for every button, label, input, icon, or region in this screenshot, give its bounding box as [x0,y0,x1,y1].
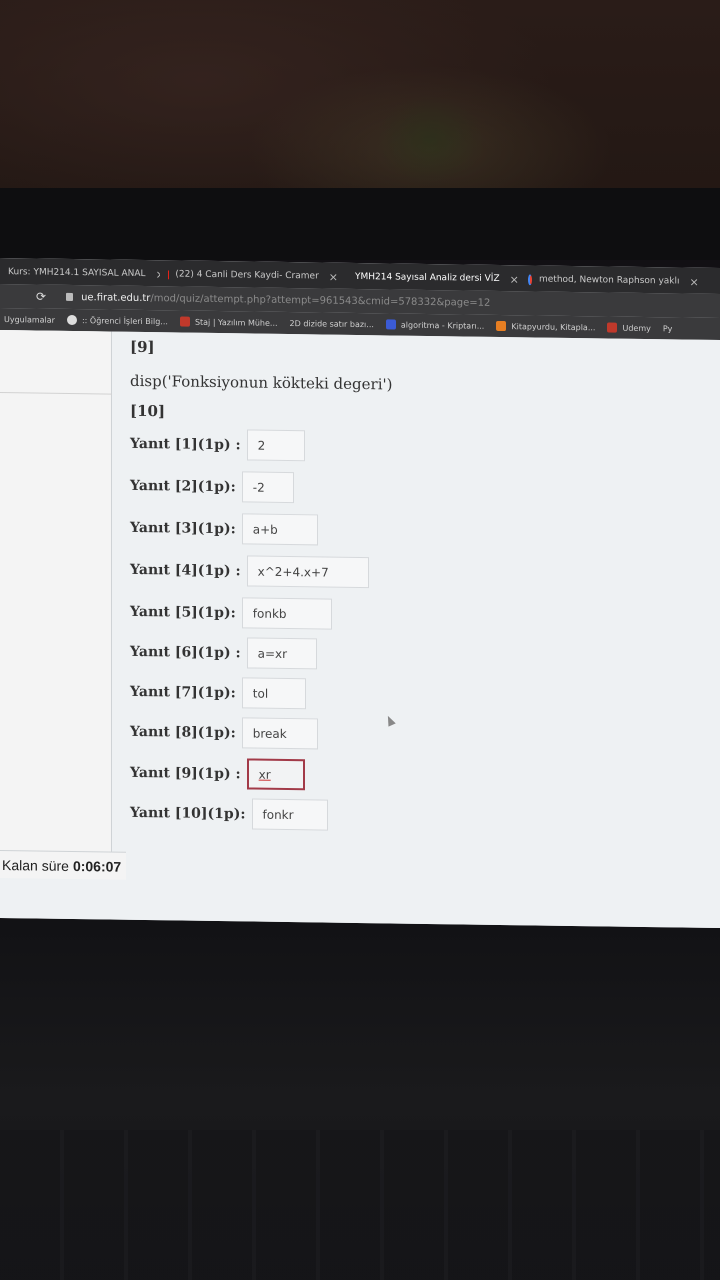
globe-icon [66,314,77,326]
answer-value: x^2+4.x+7 [257,564,329,580]
tab-label: Kurs: YMH214.1 SAYISAL ANAL [8,267,146,280]
answer-row-8: Yanıt [8](1p): break [130,716,318,750]
timer-label: Kalan süre [2,856,69,874]
answer-value: a+b [252,522,278,537]
bookmark-apps[interactable]: Uygulamalar [4,315,55,325]
answer-value: -2 [252,480,265,495]
answer-value: fonkb [252,606,287,621]
bookmark-label: Py [662,323,673,333]
tab-label: (22) 4 Canli Ders Kaydi- Cramer [175,269,319,282]
kitapyurdu-icon [496,320,507,332]
reload-icon[interactable]: ⟳ [36,290,46,304]
browser-screen: Kurs: YMH214.1 SAYISAL ANAL × (22) 4 Can… [0,258,720,929]
answer-row-5: Yanıt [5](1p): fonkb [130,596,332,630]
mouse-cursor-icon [384,714,396,727]
bookmark-label: :: Öğrenci İşleri Bilg... [81,315,168,326]
answer-input-2[interactable]: -2 [241,471,294,504]
google-icon [528,273,532,285]
answer-label: Yanıt [2](1p): [130,477,236,495]
close-icon[interactable]: × [690,275,698,288]
tab-label: method, Newton Raphson yaklı [539,274,680,287]
answer-input-8[interactable]: break [241,717,318,750]
bookmark-algoritma[interactable]: algoritma - Kriptarı... [385,319,485,331]
answer-label: Yanıt [1](1p) : [130,435,241,453]
answer-label: Yanıt [9](1p) : [130,764,241,782]
time-remaining: Kalan süre 0:06:07 [0,850,126,880]
code-line-9: [9] [130,337,155,357]
w-icon [385,319,396,330]
bookmark-label: 2D dizide satır bazı... [289,318,374,329]
tab-label: YMH214 Sayısal Analiz dersi VİZ [355,271,500,284]
answer-input-5[interactable]: fonkb [241,597,332,630]
timer-value: 0:06:07 [72,857,122,875]
answer-value: xr [258,767,271,782]
background-plant [375,95,485,185]
answer-value: 2 [257,438,266,453]
answer-value: break [252,726,287,741]
quiz-page: [9] disp('Fonksiyonun kökteki degeri') [… [0,330,720,929]
answer-row-4: Yanıt [4](1p) : x^2+4.x+7 [130,554,369,589]
close-icon[interactable]: × [510,273,518,286]
answer-value: a=xr [257,646,288,661]
bookmark-udemy[interactable]: Udemy [607,322,651,333]
answer-input-6[interactable]: a=xr [246,637,317,670]
tab-google[interactable]: method, Newton Raphson yaklı × [528,269,698,291]
answer-row-10: Yanıt [10](1p): fonkr [130,797,328,831]
left-block-column [0,330,112,852]
answer-row-6: Yanıt [6](1p) : a=xr [130,636,317,670]
bookmark-2d-dizi[interactable]: 2D dizide satır bazı... [290,319,374,329]
bookmark-ogrenci[interactable]: :: Öğrenci İşleri Bilg... [66,314,168,326]
tab-youtube[interactable]: (22) 4 Canli Ders Kaydi- Cramer × [168,264,338,286]
bookmark-label: Udemy [622,323,651,333]
answer-input-9[interactable]: xr [246,758,305,791]
monitor-bezel [0,188,720,260]
answer-row-3: Yanıt [3](1p): a+b [130,512,318,546]
close-icon[interactable]: × [156,268,160,281]
answer-row-9: Yanıt [9](1p) : xr [130,757,305,791]
lock-icon [66,292,74,302]
bookmark-staj[interactable]: Staj | Yazılım Mühe... [179,316,278,328]
code-line-10: [10] [130,401,166,421]
code-line-disp: disp('Fonksiyonun kökteki degeri') [130,371,393,394]
bookmark-label: Staj | Yazılım Mühe... [194,317,278,328]
answer-row-7: Yanıt [7](1p): tol [130,676,306,710]
answer-label: Yanıt [4](1p) : [130,561,241,579]
divider [0,392,112,395]
answer-input-10[interactable]: fonkr [251,798,328,831]
answer-label: Yanıt [5](1p): [130,603,236,621]
udemy-icon [607,322,618,333]
bookmark-label: Kitapyurdu, Kitapla... [511,321,596,332]
url-path: /mod/quiz/attempt.php?attempt=961543&cmi… [150,292,491,309]
answer-input-4[interactable]: x^2+4.x+7 [246,555,369,589]
answer-input-1[interactable]: 2 [246,429,305,462]
answer-label: Yanıt [8](1p): [130,723,236,741]
bookmark-label: Uygulamalar [4,314,55,325]
answer-value: tol [252,686,269,701]
answer-label: Yanıt [10](1p): [130,804,246,822]
bookmark-kitapyurdu[interactable]: Kitapyurdu, Kitapla... [496,320,596,332]
answer-input-3[interactable]: a+b [241,513,318,546]
keyboard [0,1130,720,1280]
answer-row-1: Yanıt [1](1p) : 2 [130,428,305,462]
answer-input-7[interactable]: tol [241,677,306,710]
url-host: ue.firat.edu.tr [81,291,151,304]
tab-quiz[interactable]: YMH214 Sayısal Analiz dersi VİZ × [348,267,518,289]
answer-value: fonkr [262,807,294,822]
answer-label: Yanıt [7](1p): [130,683,236,701]
answer-label: Yanıt [3](1p): [130,519,236,537]
bookmark-label: algoritma - Kriptarı... [400,320,485,331]
answer-row-2: Yanıt [2](1p): -2 [130,470,294,504]
staj-icon [179,316,190,327]
close-icon[interactable]: × [329,270,338,283]
tab-kurs[interactable]: Kurs: YMH214.1 SAYISAL ANAL × [8,262,160,284]
answer-label: Yanıt [6](1p) : [130,643,241,661]
bookmark-py[interactable]: Py [663,324,673,333]
